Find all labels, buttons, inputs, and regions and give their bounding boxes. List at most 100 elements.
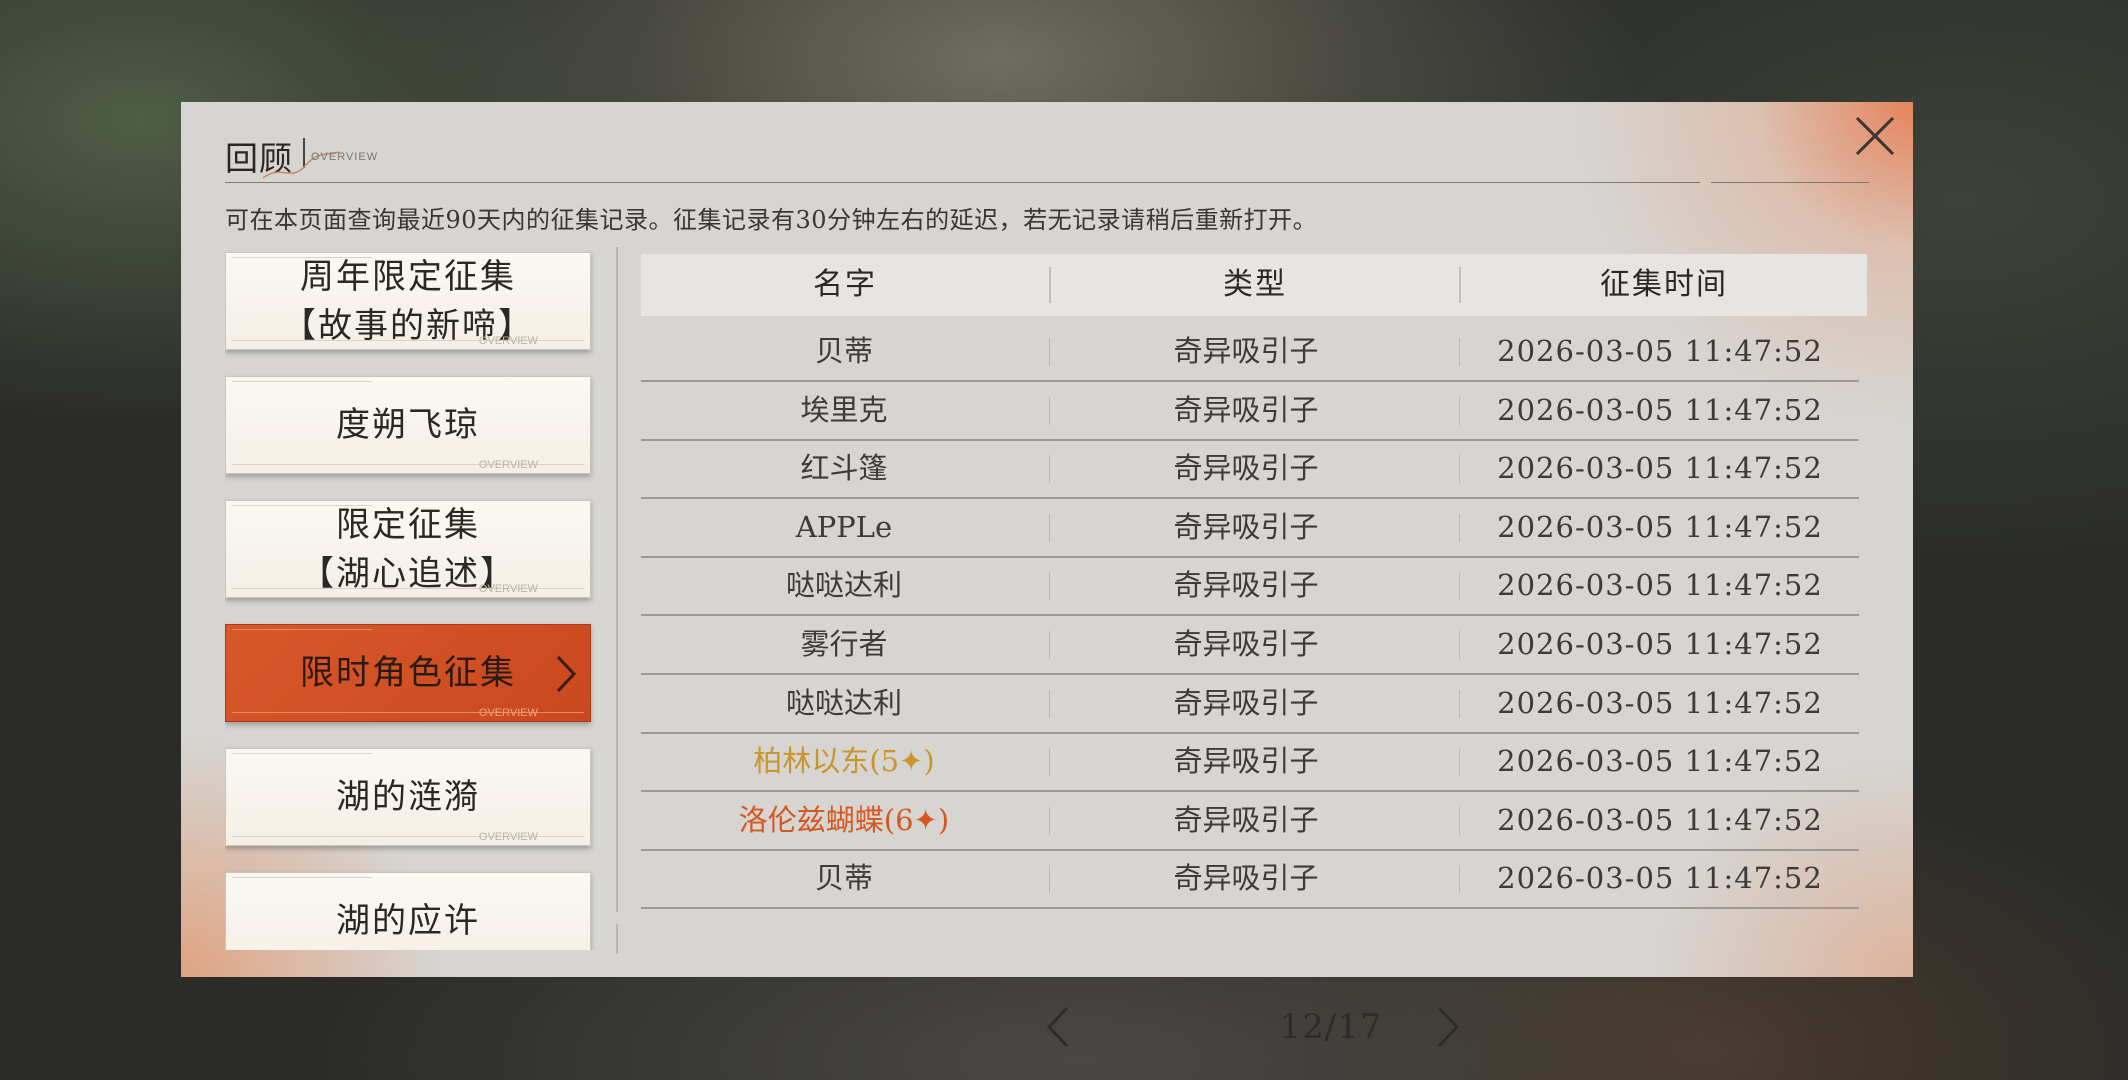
tab-label-line1: 周年限定征集 — [300, 257, 516, 297]
cell-separator — [1459, 631, 1460, 659]
table-row: APPLe 奇异吸引子 2026-03-05 11:47:52 — [641, 498, 1859, 558]
cell-time: 2026-03-05 11:47:52 — [1497, 861, 1823, 896]
chevron-right-icon — [556, 655, 577, 693]
cell-time: 2026-03-05 11:47:52 — [1497, 685, 1823, 720]
cell-type: 奇异吸引子 — [1173, 802, 1319, 837]
table-row: 贝蒂 奇异吸引子 2026-03-05 11:47:52 — [641, 322, 1859, 382]
cell-type: 奇异吸引子 — [1173, 334, 1319, 368]
header-rule-segment — [1729, 182, 1869, 183]
cell-separator — [1049, 572, 1050, 601]
table-row: 贝蒂 奇异吸引子 2026-03-05 11:47:52 — [641, 849, 1859, 910]
cell-name: 哒哒达利 — [785, 685, 902, 720]
cell-type: 奇异吸引子 — [1173, 568, 1319, 603]
cell-name: 雾行者 — [800, 627, 888, 661]
cell-separator — [1049, 748, 1050, 777]
cell-type: 奇异吸引子 — [1173, 744, 1319, 779]
cell-separator — [1049, 455, 1050, 484]
tab-anniversary-limited[interactable]: 周年限定征集 【故事的新啼】 OVERVIEW — [225, 252, 591, 350]
cell-separator — [1049, 689, 1050, 718]
cell-separator — [1049, 513, 1050, 542]
cell-separator — [1459, 689, 1460, 718]
overview-panel: 回顾 OVERVIEW 可在本页面查询最近90天内的征集记录。征集记录有30分钟… — [181, 102, 1913, 1048]
tab-label-line1: 湖的应许 — [336, 901, 480, 941]
tab-overview-mark: OVERVIEW — [478, 831, 538, 843]
cell-separator — [1049, 338, 1050, 366]
table-row: 哒哒达利 奇异吸引子 2026-03-05 11:47:52 — [641, 674, 1859, 734]
page-description: 可在本页面查询最近90天内的征集记录。征集记录有30分钟左右的延迟，若无记录请稍… — [225, 206, 1318, 234]
tab-decoration — [232, 753, 372, 754]
tab-limited-lake-heart[interactable]: 限定征集 【湖心追述】 OVERVIEW — [225, 500, 591, 598]
close-icon[interactable] — [1851, 112, 1899, 160]
table-row: 雾行者 奇异吸引子 2026-03-05 11:47:52 — [641, 615, 1859, 675]
page-indicator: 12/17 — [1279, 1007, 1383, 1047]
tab-label: 限时角色征集 — [266, 649, 550, 698]
cell-separator — [1459, 572, 1460, 601]
tab-limited-character[interactable]: 限时角色征集 OVERVIEW — [225, 624, 591, 722]
column-header-name: 名字 — [813, 267, 877, 302]
cell-name: 洛伦兹蝴蝶(6✦) — [738, 802, 950, 837]
tab-overview-mark: OVERVIEW — [478, 707, 538, 719]
cell-time: 2026-03-05 11:47:52 — [1497, 334, 1823, 368]
cell-time: 2026-03-05 11:47:52 — [1497, 509, 1823, 544]
column-header-type: 类型 — [1223, 267, 1287, 302]
tab-decoration — [232, 877, 372, 878]
cell-time: 2026-03-05 11:47:52 — [1497, 392, 1823, 427]
tab-du-shuo-fei-qiong[interactable]: 度朔飞琼 OVERVIEW — [225, 376, 591, 474]
tab-label-line1: 湖的涟漪 — [336, 777, 480, 817]
cell-type: 奇异吸引子 — [1173, 627, 1319, 661]
cell-type: 奇异吸引子 — [1173, 509, 1319, 544]
banner-tab-list: 周年限定征集 【故事的新啼】 OVERVIEW 度朔飞琼 OVERVIEW 限定… — [225, 250, 595, 950]
cell-separator — [1459, 748, 1460, 777]
chevron-right-icon[interactable] — [1433, 1004, 1463, 1050]
panel-subtitle: OVERVIEW — [311, 151, 379, 163]
tab-overview-mark: OVERVIEW — [478, 459, 538, 471]
cell-time: 2026-03-05 11:47:52 — [1497, 451, 1823, 486]
tab-decoration — [232, 381, 372, 382]
title-swoosh-decoration — [262, 151, 340, 179]
cell-time: 2026-03-05 11:47:52 — [1497, 802, 1823, 837]
header-rule — [225, 182, 1700, 183]
cell-separator — [1049, 806, 1050, 835]
table-header: 名字 类型 征集时间 — [641, 254, 1867, 316]
cell-separator — [1459, 806, 1460, 835]
cell-name: 柏林以东(5✦) — [753, 744, 935, 779]
table-row: 柏林以东(5✦) 奇异吸引子 2026-03-05 11:47:52 — [641, 732, 1859, 793]
chevron-left-icon[interactable] — [1043, 1004, 1073, 1050]
column-divider — [616, 924, 618, 954]
tab-lake-ripples[interactable]: 湖的涟漪 OVERVIEW — [225, 748, 591, 846]
cell-separator — [1049, 396, 1050, 425]
tab-label-line1: 限时角色征集 — [300, 653, 516, 693]
tab-label-line1: 限定征集 — [336, 505, 480, 545]
tab-overview-mark: OVERVIEW — [478, 583, 538, 595]
tab-label: 湖的涟漪 — [266, 773, 550, 822]
tab-lake-promise[interactable]: 湖的应许 — [225, 872, 591, 950]
cell-type: 奇异吸引子 — [1173, 685, 1319, 720]
table-row: 红斗篷 奇异吸引子 2026-03-05 11:47:52 — [641, 439, 1859, 500]
cell-name: 贝蒂 — [814, 861, 873, 896]
cell-name: 埃里克 — [800, 392, 888, 427]
cell-separator — [1459, 455, 1460, 484]
tab-label: 度朔飞琼 — [266, 401, 550, 450]
table-row: 洛伦兹蝴蝶(6✦) 奇异吸引子 2026-03-05 11:47:52 — [641, 791, 1859, 851]
cell-time: 2026-03-05 11:47:52 — [1497, 568, 1823, 603]
cell-time: 2026-03-05 11:47:52 — [1497, 744, 1823, 779]
cell-separator — [1459, 865, 1460, 894]
tab-decoration — [232, 629, 372, 630]
cell-type: 奇异吸引子 — [1173, 451, 1319, 486]
tab-label-line1: 度朔飞琼 — [336, 405, 480, 445]
cell-name: 贝蒂 — [814, 334, 873, 368]
cell-time: 2026-03-05 11:47:52 — [1497, 627, 1823, 661]
cell-name: 红斗篷 — [800, 451, 888, 486]
tab-label: 湖的应许 — [266, 897, 550, 946]
tab-overview-mark: OVERVIEW — [478, 335, 538, 347]
cell-name: APPLe — [795, 509, 893, 544]
column-header-time: 征集时间 — [1600, 267, 1728, 302]
cell-type: 奇异吸引子 — [1173, 392, 1319, 427]
cell-separator — [1459, 396, 1460, 425]
cell-separator — [1459, 513, 1460, 542]
cell-separator — [1049, 865, 1050, 894]
table-row: 埃里克 奇异吸引子 2026-03-05 11:47:52 — [641, 381, 1859, 441]
column-divider — [616, 247, 618, 912]
cell-name: 哒哒达利 — [785, 568, 902, 603]
cell-separator — [1459, 338, 1460, 366]
